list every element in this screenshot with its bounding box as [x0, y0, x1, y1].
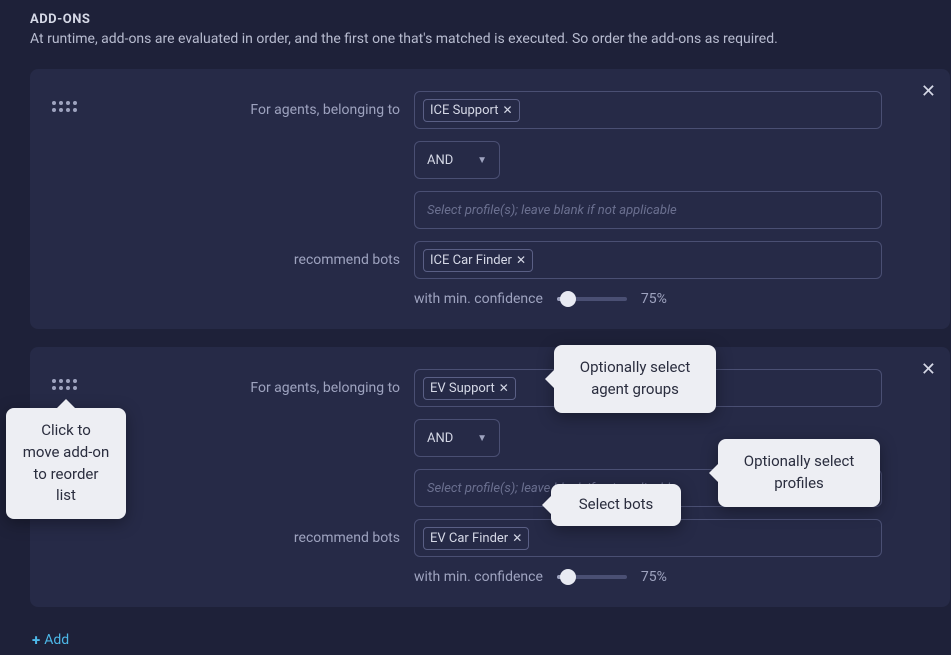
- logic-operator-select[interactable]: AND ▼: [414, 141, 500, 179]
- agents-label: For agents, belonging to: [84, 380, 414, 396]
- bot-tag-label: ICE Car Finder: [430, 253, 512, 268]
- confidence-label: with min. confidence: [414, 569, 543, 585]
- confidence-slider[interactable]: [557, 297, 627, 301]
- agent-tag-label: EV Support: [430, 381, 495, 396]
- close-icon[interactable]: ✕: [921, 361, 936, 379]
- tooltip-profiles: Optionally select profiles: [718, 439, 880, 507]
- confidence-value: 75%: [641, 291, 667, 307]
- remove-tag-icon[interactable]: ✕: [516, 254, 526, 266]
- slider-thumb[interactable]: [560, 569, 576, 585]
- tooltip-bots: Select bots: [551, 484, 681, 526]
- agent-groups-input[interactable]: ICE Support ✕: [414, 91, 882, 129]
- slider-thumb[interactable]: [560, 291, 576, 307]
- logic-value: AND: [427, 153, 453, 168]
- tooltip-agent-groups: Optionally select agent groups: [554, 345, 716, 413]
- bots-label: recommend bots: [84, 530, 414, 546]
- confidence-value: 75%: [641, 569, 667, 585]
- bot-tag[interactable]: ICE Car Finder ✕: [423, 249, 533, 272]
- agent-tag[interactable]: EV Support ✕: [423, 377, 516, 400]
- add-button[interactable]: + Add: [30, 625, 71, 655]
- logic-value: AND: [427, 431, 453, 446]
- logic-operator-select[interactable]: AND ▼: [414, 419, 500, 457]
- close-icon[interactable]: ✕: [921, 83, 936, 101]
- section-description: At runtime, add-ons are evaluated in ord…: [30, 31, 951, 47]
- bot-tag-label: EV Car Finder: [430, 531, 508, 546]
- add-label: Add: [44, 632, 69, 648]
- plus-icon: +: [32, 631, 40, 649]
- confidence-label: with min. confidence: [414, 291, 543, 307]
- bot-tag[interactable]: EV Car Finder ✕: [423, 527, 529, 550]
- chevron-down-icon: ▼: [477, 155, 487, 166]
- addon-card: ✕ For agents, belonging to ICE Support ✕…: [30, 69, 950, 329]
- bots-input[interactable]: ICE Car Finder ✕: [414, 241, 882, 279]
- section-title: ADD-ONS: [30, 12, 951, 27]
- chevron-down-icon: ▼: [477, 433, 487, 444]
- profiles-placeholder: Select profile(s); leave blank if not ap…: [423, 201, 681, 220]
- bots-label: recommend bots: [84, 252, 414, 268]
- profiles-input[interactable]: Select profile(s); leave blank if not ap…: [414, 191, 882, 229]
- agents-label: For agents, belonging to: [84, 102, 414, 118]
- remove-tag-icon[interactable]: ✕: [512, 532, 522, 544]
- remove-tag-icon[interactable]: ✕: [503, 104, 513, 116]
- confidence-slider[interactable]: [557, 575, 627, 579]
- agent-tag-label: ICE Support: [430, 103, 499, 118]
- tooltip-drag: Click to move add-on to reorder list: [6, 408, 126, 519]
- remove-tag-icon[interactable]: ✕: [499, 382, 509, 394]
- agent-tag[interactable]: ICE Support ✕: [423, 99, 520, 122]
- drag-handle-icon[interactable]: [52, 91, 76, 307]
